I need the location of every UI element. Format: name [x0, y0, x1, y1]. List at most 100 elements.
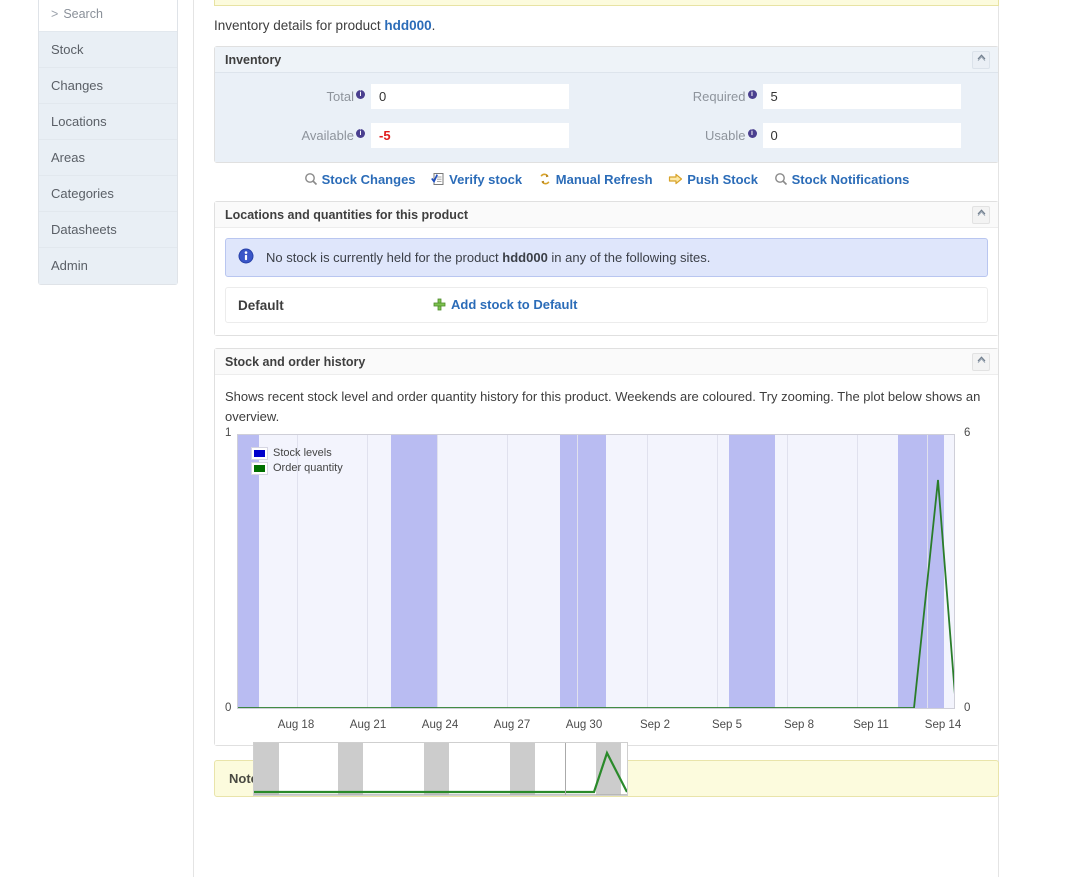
page-intro-text: Inventory details for product hdd000. [214, 18, 988, 33]
stock-notifications-link[interactable]: Stock Notifications [774, 172, 910, 189]
series-svg [238, 435, 955, 709]
sidebar-item-search[interactable]: > Search [39, 0, 177, 32]
inventory-field-total: Totali [215, 84, 607, 109]
sidebar-item-stock[interactable]: Stock [39, 32, 177, 68]
sidebar-item-label: Categories [51, 186, 114, 201]
xaxis-tick-label: Aug 30 [566, 719, 602, 731]
sidebar-item-categories[interactable]: Categories [39, 176, 177, 212]
xaxis-tick-label: Sep 11 [853, 719, 889, 731]
sidebar-item-admin[interactable]: Admin [39, 248, 177, 284]
link-label: Manual Refresh [556, 172, 653, 187]
chevron-up-icon[interactable] [972, 353, 990, 371]
yaxis-left-max-label: 1 [225, 427, 231, 439]
xaxis-tick-label: Sep 8 [784, 719, 814, 731]
yaxis-right-min-label: 0 [964, 702, 970, 714]
panel-title: Stock and order history [225, 355, 365, 369]
verify-stock-link[interactable]: Verify stock [431, 172, 522, 189]
legend-item-order-quantity: Order quantity [252, 462, 343, 474]
alert-prefix: No stock is currently held for the produ… [266, 250, 502, 265]
total-input[interactable] [371, 84, 569, 109]
legend-label: Stock levels [273, 447, 332, 459]
chart-panel-header: Stock and order history [215, 349, 998, 375]
plot-area[interactable]: Stock levels Order quantity [237, 434, 955, 709]
chart-overview-selector[interactable] [253, 742, 628, 796]
sidebar-item-label: Changes [51, 78, 103, 93]
label-text: Usable [705, 128, 745, 143]
top-alert-banner [214, 0, 999, 6]
inventory-column-left: Totali Availablei [215, 84, 607, 148]
sidebar-item-label: Admin [51, 258, 88, 273]
order-quantity-series [238, 480, 955, 708]
manual-refresh-link[interactable]: Manual Refresh [538, 172, 653, 189]
alert-suffix: in any of the following sites. [548, 250, 711, 265]
sidebar-item-label: Datasheets [51, 222, 117, 237]
info-icon [238, 248, 254, 267]
xaxis-tick-label: Sep 2 [640, 719, 670, 731]
inventory-panel: Inventory Totali Availablei [214, 46, 999, 163]
sidebar-item-locations[interactable]: Locations [39, 104, 177, 140]
add-stock-label: Add stock to Default [451, 297, 577, 312]
field-label: Requiredi [607, 89, 763, 104]
sidebar-item-changes[interactable]: Changes [39, 68, 177, 104]
intro-suffix: . [432, 18, 436, 33]
usable-input[interactable] [763, 123, 961, 148]
intro-prefix: Inventory details for product [214, 18, 384, 33]
sidebar: > Search Stock Changes Locations Areas Ca… [38, 0, 178, 285]
location-row-default: Default Add stock to Default [225, 287, 988, 323]
chevron-up-glyph [976, 52, 987, 63]
available-input[interactable] [371, 123, 569, 148]
chart-description: Shows recent stock level and order quant… [225, 387, 988, 427]
alert-product: hdd000 [502, 250, 548, 265]
chevron-up-glyph [976, 354, 987, 365]
inventory-column-right: Requiredi Usablei [607, 84, 999, 148]
label-text: Required [693, 89, 746, 104]
chevron-up-glyph [976, 207, 987, 218]
chart-legend: Stock levels Order quantity [252, 447, 343, 477]
location-name: Default [238, 298, 433, 313]
arrow-right-icon [668, 174, 683, 189]
inventory-fields: Totali Availablei Requiredi Usablei [215, 73, 998, 162]
inventory-action-links: Stock Changes Verify stock Manual Refres… [214, 163, 999, 189]
magnifier-icon [774, 174, 788, 189]
inventory-field-available: Availablei [215, 123, 607, 148]
locations-panel-header: Locations and quantities for this produc… [215, 202, 998, 228]
overview-selection-handle[interactable] [565, 743, 628, 795]
legend-swatch-stock-levels [252, 448, 267, 459]
intro-product-link[interactable]: hdd000 [384, 18, 431, 33]
help-icon[interactable]: i [748, 90, 757, 99]
xaxis-tick-label: Sep 14 [925, 719, 961, 731]
legend-item-stock-levels: Stock levels [252, 447, 343, 459]
help-icon[interactable]: i [748, 129, 757, 138]
link-label: Verify stock [449, 172, 522, 187]
add-stock-link[interactable]: Add stock to Default [433, 297, 577, 314]
chevron-up-icon[interactable] [972, 206, 990, 224]
help-icon[interactable]: i [356, 129, 365, 138]
yaxis-left-min-label: 0 [225, 702, 231, 714]
xaxis-tick-label: Aug 18 [278, 719, 314, 731]
link-label: Push Stock [687, 172, 758, 187]
link-label: Stock Notifications [792, 172, 910, 187]
sidebar-item-label: Areas [51, 150, 85, 165]
required-input[interactable] [763, 84, 961, 109]
sidebar-item-label: Locations [51, 114, 107, 129]
plus-icon [433, 299, 446, 314]
chevron-up-icon[interactable] [972, 51, 990, 69]
main-content: Inventory details for product hdd000. In… [193, 0, 999, 877]
sidebar-item-label: Stock [51, 42, 84, 57]
field-label: Availablei [215, 128, 371, 143]
app-page: > Search Stock Changes Locations Areas Ca… [0, 0, 1070, 877]
push-stock-link[interactable]: Push Stock [668, 172, 758, 189]
inventory-field-usable: Usablei [607, 123, 999, 148]
inventory-panel-header: Inventory [215, 47, 998, 73]
sidebar-item-areas[interactable]: Areas [39, 140, 177, 176]
stock-changes-link[interactable]: Stock Changes [304, 172, 416, 189]
chevron-right-icon: > [51, 7, 58, 21]
alert-text: No stock is currently held for the produ… [266, 250, 710, 265]
sidebar-item-datasheets[interactable]: Datasheets [39, 212, 177, 248]
stock-order-history-plot[interactable]: 1 0 6 0 [225, 431, 988, 731]
sidebar-item-label: Search [63, 7, 103, 21]
help-icon[interactable]: i [356, 90, 365, 99]
clipboard-check-icon [431, 174, 445, 189]
xaxis-tick-label: Sep 5 [712, 719, 742, 731]
locations-panel: Locations and quantities for this produc… [214, 201, 999, 336]
